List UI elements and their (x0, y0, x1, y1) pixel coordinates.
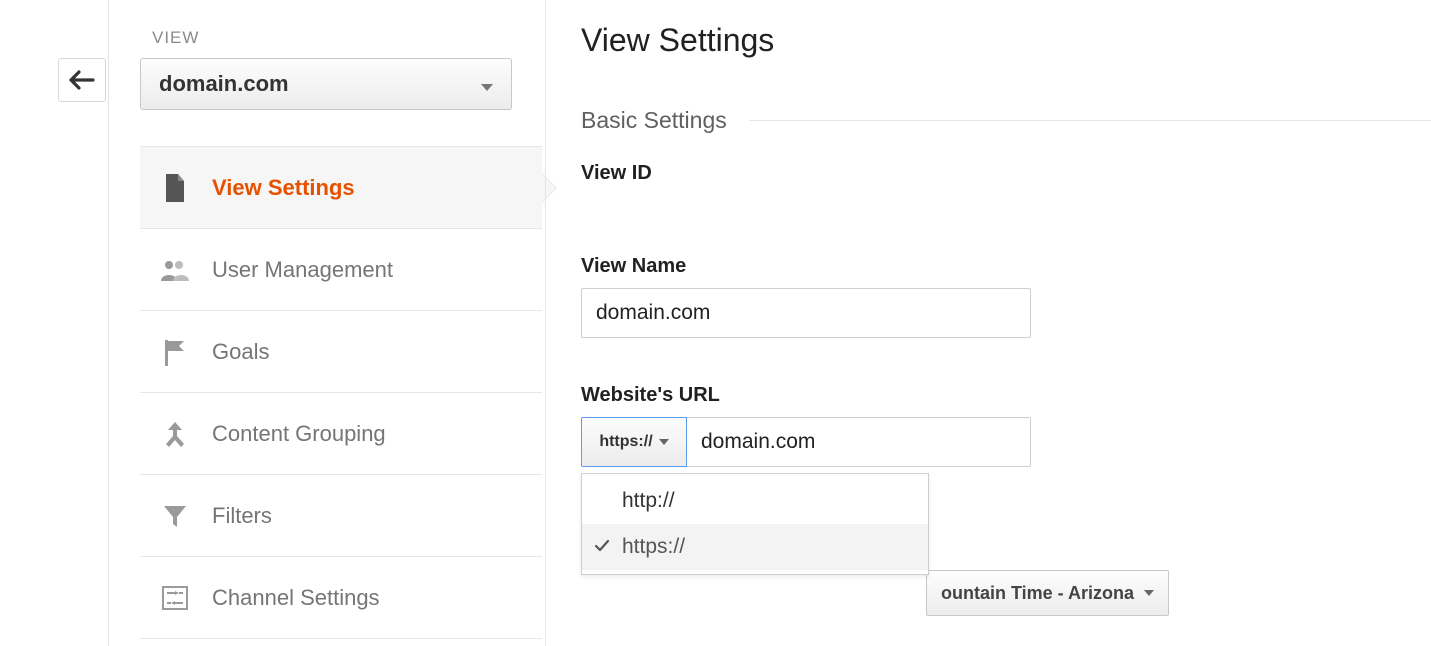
protocol-option-label: https:// (622, 535, 685, 559)
sidebar-item-filters[interactable]: Filters (140, 475, 542, 557)
timezone-dropdown[interactable]: ountain Time - Arizona (926, 570, 1169, 616)
caret-down-icon (1144, 590, 1154, 596)
merge-icon (160, 420, 190, 448)
sidebar-item-label: Goals (212, 339, 269, 365)
sidebar-item-label: User Management (212, 257, 393, 283)
flag-icon (160, 338, 190, 366)
sidebar: VIEW domain.com View Settings User Manag… (140, 0, 540, 639)
check-icon (594, 535, 610, 559)
channels-icon (160, 585, 190, 611)
sidebar-item-user-management[interactable]: User Management (140, 229, 542, 311)
users-icon (160, 259, 190, 281)
sidebar-item-label: Channel Settings (212, 585, 380, 611)
funnel-icon (160, 503, 190, 529)
protocol-selected-value: https:// (599, 433, 652, 451)
back-button[interactable] (58, 58, 106, 102)
sidebar-item-goals[interactable]: Goals (140, 311, 542, 393)
back-arrow-icon (69, 70, 95, 90)
protocol-option-https[interactable]: https:// (582, 524, 928, 570)
website-url-input[interactable] (687, 417, 1031, 467)
section-header: Basic Settings (581, 107, 1431, 134)
timezone-value: ountain Time - Arizona (941, 583, 1134, 604)
caret-down-icon (481, 71, 493, 97)
main-panel: View Settings Basic Settings View ID Vie… (545, 0, 1431, 467)
document-icon (160, 174, 190, 202)
sidebar-item-label: Content Grouping (212, 421, 386, 447)
protocol-dropdown[interactable]: https:// (581, 417, 687, 467)
protocol-option-label: http:// (622, 489, 675, 513)
section-title: Basic Settings (581, 107, 727, 134)
view-name-label: View Name (581, 255, 1431, 278)
section-divider (749, 120, 1431, 121)
view-name-input[interactable] (581, 288, 1031, 338)
protocol-option-http[interactable]: http:// (582, 478, 928, 524)
view-id-label: View ID (581, 162, 1431, 185)
sidebar-item-label: View Settings (212, 175, 355, 201)
view-selector-dropdown[interactable]: domain.com (140, 58, 512, 110)
view-label: VIEW (152, 28, 540, 48)
sidebar-item-channel-settings[interactable]: Channel Settings (140, 557, 542, 639)
sidebar-item-label: Filters (212, 503, 272, 529)
website-url-label: Website's URL (581, 384, 1431, 407)
view-selector-value: domain.com (159, 71, 289, 97)
sidebar-menu: View Settings User Management Goals Cont… (140, 146, 542, 639)
page-title: View Settings (581, 22, 1431, 59)
caret-down-icon (659, 439, 669, 445)
sidebar-item-view-settings[interactable]: View Settings (140, 147, 542, 229)
protocol-dropdown-menu: http:// https:// (581, 473, 929, 575)
sidebar-item-content-grouping[interactable]: Content Grouping (140, 393, 542, 475)
